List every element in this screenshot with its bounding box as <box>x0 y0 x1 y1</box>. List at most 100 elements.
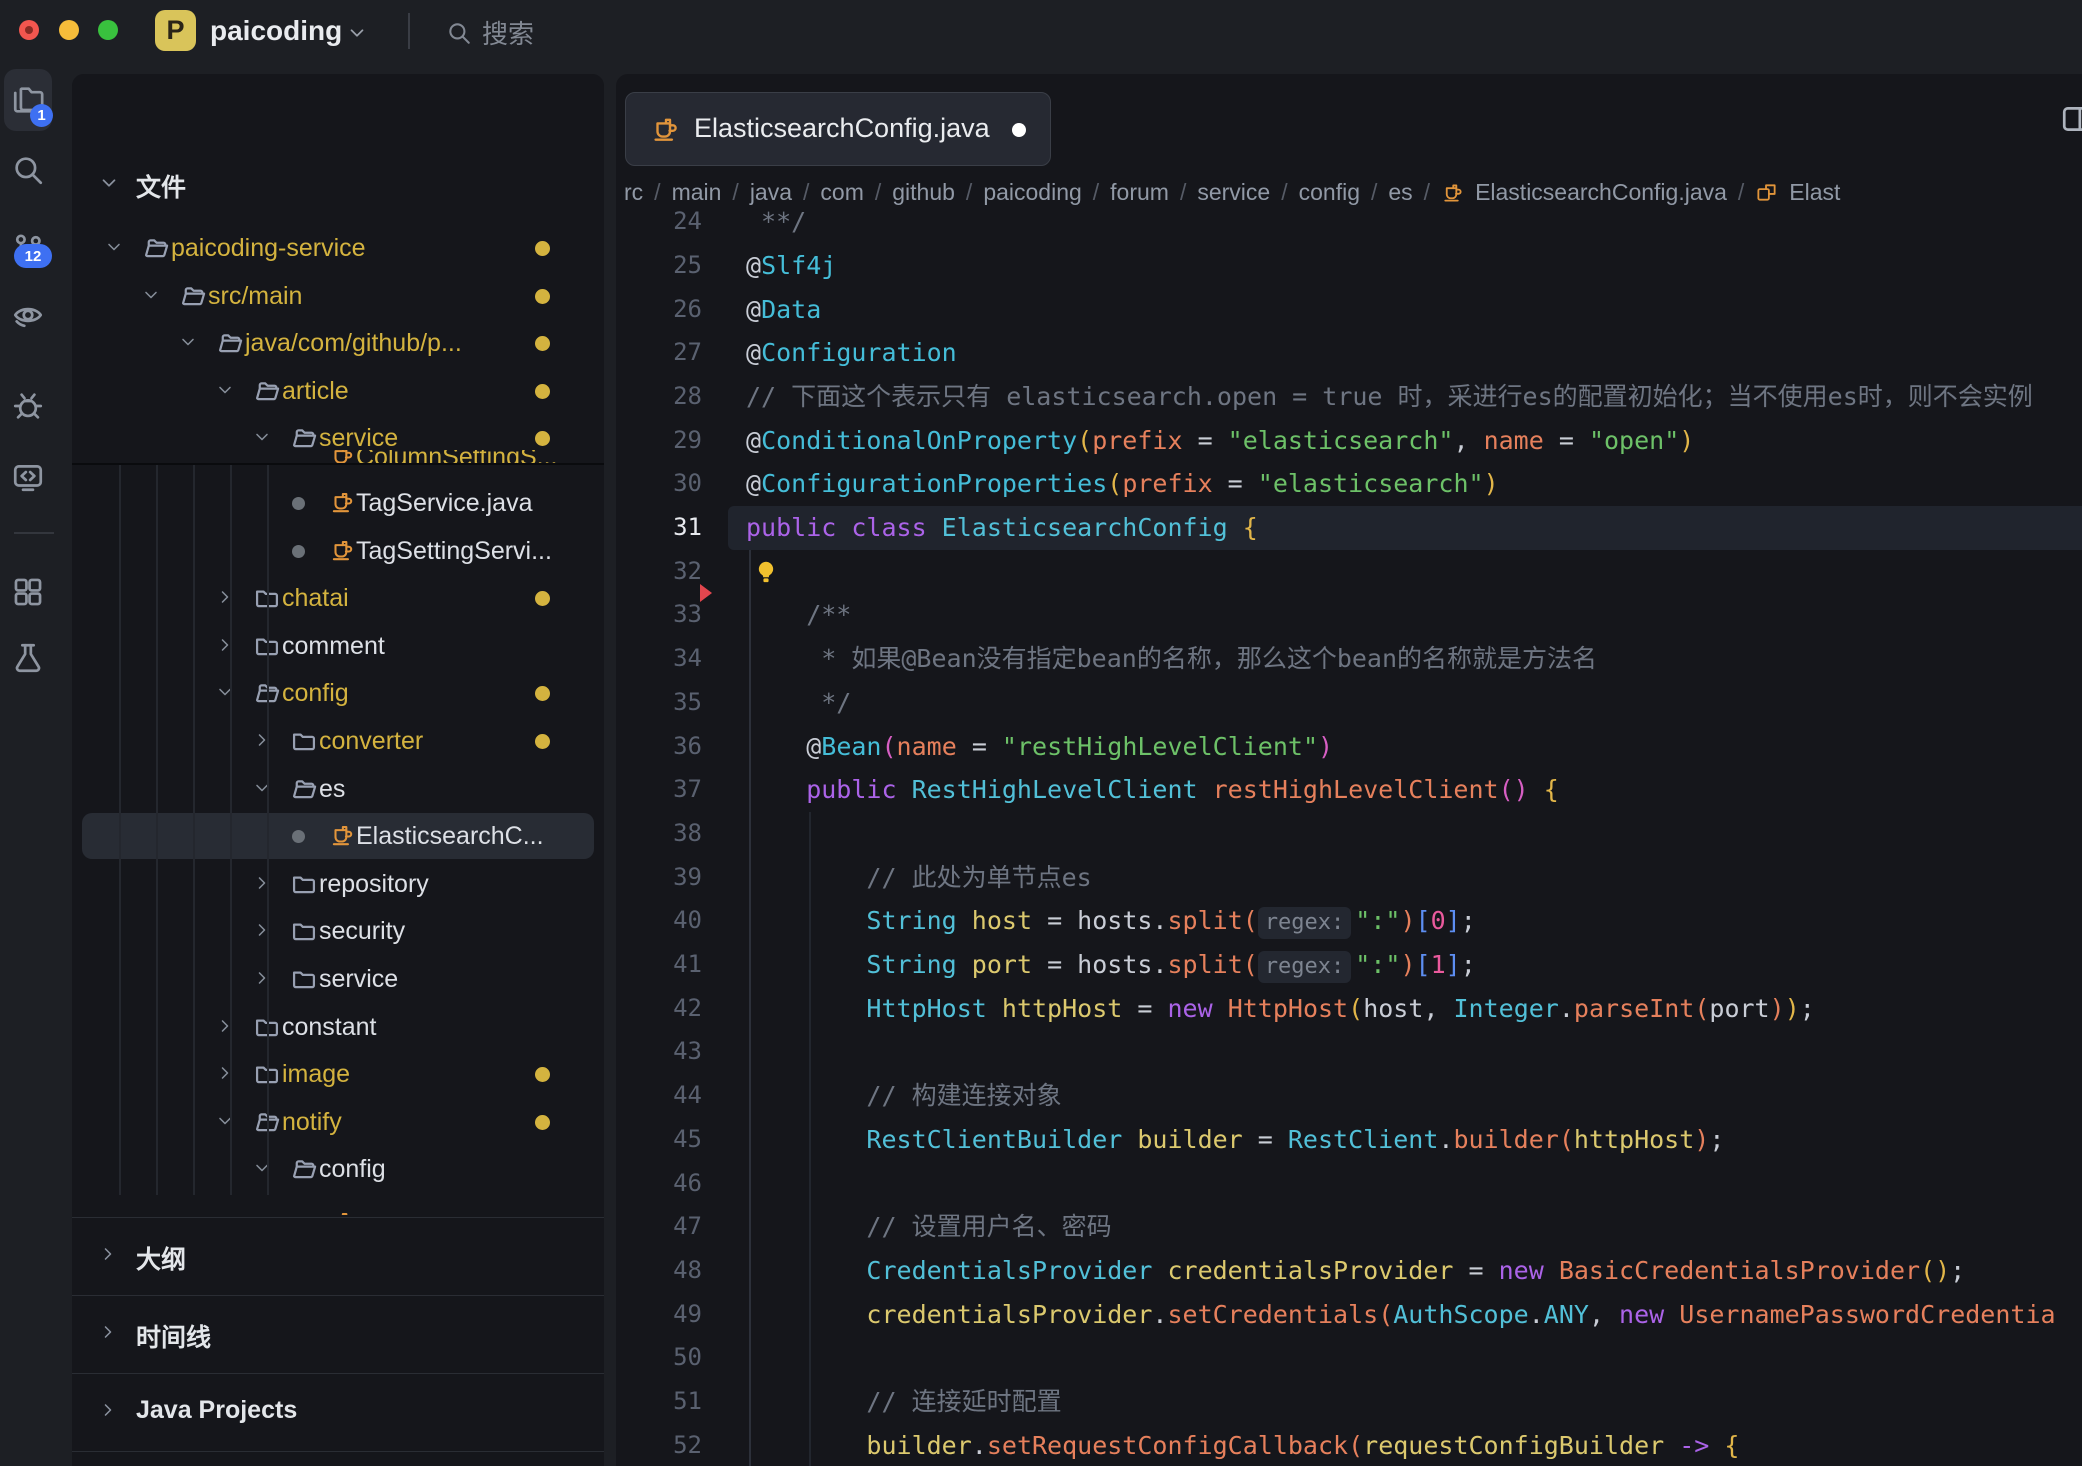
tree-item-article[interactable]: article <box>72 368 604 414</box>
chevron-down-icon[interactable] <box>346 22 368 44</box>
sidebar-section-大纲[interactable]: 大纲 <box>72 1218 604 1296</box>
code-line-51[interactable]: 51 // 连接延时配置 <box>616 1380 2082 1424</box>
maximize-button[interactable] <box>98 20 118 40</box>
line-number[interactable]: 30 <box>616 462 702 506</box>
line-number[interactable]: 42 <box>616 987 702 1031</box>
fold-marker-arrow[interactable] <box>700 584 712 602</box>
activity-item-testing[interactable] <box>4 630 52 686</box>
line-number[interactable]: 36 <box>616 725 702 769</box>
code-line-44[interactable]: 44 // 构建连接对象 <box>616 1074 2082 1118</box>
code-line-26[interactable]: 26@Data <box>616 288 2082 332</box>
line-number[interactable]: 43 <box>616 1030 702 1074</box>
code-line-42[interactable]: 42 HttpHost httpHost = new HttpHost(host… <box>616 987 2082 1031</box>
code-line-34[interactable]: 34 * 如果@Bean没有指定bean的名称，那么这个bean的名称就是方法名 <box>616 637 2082 681</box>
tree-item-java-com-github-p-[interactable]: java/com/github/p... <box>72 320 604 366</box>
tree-item-es[interactable]: es <box>72 766 604 812</box>
minimize-button[interactable] <box>59 20 79 40</box>
code-line-30[interactable]: 30@ConfigurationProperties(prefix = "ela… <box>616 462 2082 506</box>
code-line-25[interactable]: 25@Slf4j <box>616 244 2082 288</box>
activity-item-references[interactable] <box>4 287 52 343</box>
line-number[interactable]: 48 <box>616 1249 702 1293</box>
tree-item-notify[interactable]: notify <box>72 1099 604 1145</box>
tree-item-converter[interactable]: converter <box>72 718 604 764</box>
code-area[interactable]: 24 **/25@Slf4j26@Data27@Configuration28/… <box>616 74 2082 1466</box>
global-search[interactable]: 搜索 <box>446 14 534 51</box>
line-number[interactable]: 35 <box>616 681 702 725</box>
lightbulb-icon[interactable] <box>752 558 780 586</box>
activity-item-debug[interactable] <box>4 378 52 434</box>
code-line-40[interactable]: 40 String host = hosts.split(regex:":")[… <box>616 899 2082 943</box>
code-line-32[interactable]: 32 <box>616 550 2082 594</box>
code-line-39[interactable]: 39 // 此处为单节点es <box>616 856 2082 900</box>
line-number[interactable]: 25 <box>616 244 702 288</box>
line-number[interactable]: 37 <box>616 768 702 812</box>
code-line-48[interactable]: 48 CredentialsProvider credentialsProvid… <box>616 1249 2082 1293</box>
code-line-41[interactable]: 41 String port = hosts.split(regex:":")[… <box>616 943 2082 987</box>
tree-item-src-main[interactable]: src/main <box>72 273 604 319</box>
tree-item-paicoding-service[interactable]: paicoding-service <box>72 225 604 271</box>
tree-item-columnsettings-[interactable]: ColumnSettingS... <box>72 450 604 463</box>
line-number[interactable]: 41 <box>616 943 702 987</box>
line-number[interactable]: 40 <box>616 899 702 943</box>
code-line-36[interactable]: 36 @Bean(name = "restHighLevelClient") <box>616 725 2082 769</box>
code-line-24[interactable]: 24 **/ <box>616 200 2082 244</box>
line-number[interactable]: 39 <box>616 856 702 900</box>
code-line-33[interactable]: 33 /** <box>616 593 2082 637</box>
line-number[interactable]: 45 <box>616 1118 702 1162</box>
line-number[interactable]: 28 <box>616 375 702 419</box>
line-number[interactable]: 26 <box>616 288 702 332</box>
line-number[interactable]: 32 <box>616 550 702 594</box>
activity-item-search[interactable] <box>4 142 52 198</box>
line-number[interactable]: 49 <box>616 1293 702 1337</box>
tree-item-partially-hidden[interactable] <box>72 1198 604 1215</box>
sidebar-section-时间线[interactable]: 时间线 <box>72 1296 604 1374</box>
tree-item-config[interactable]: config <box>72 670 604 716</box>
tree-item-security[interactable]: security <box>72 908 604 954</box>
line-number[interactable]: 44 <box>616 1074 702 1118</box>
tree-item-elasticsearchc-[interactable]: ElasticsearchC... <box>72 813 604 859</box>
code-line-46[interactable]: 46 <box>616 1162 2082 1206</box>
tree-item-chatai[interactable]: chatai <box>72 575 604 621</box>
tree-item-tagservice-java[interactable]: TagService.java <box>72 480 604 526</box>
line-number[interactable]: 27 <box>616 331 702 375</box>
line-number[interactable]: 46 <box>616 1162 702 1206</box>
tree-item-partially-hidden[interactable]: ColumnSettingS... <box>72 450 604 463</box>
tree-item-tagsettingservi-[interactable]: TagSettingServi... <box>72 528 604 574</box>
tree-item-constant[interactable]: constant <box>72 1004 604 1050</box>
line-number[interactable]: 50 <box>616 1336 702 1380</box>
code-line-29[interactable]: 29@ConditionalOnProperty(prefix = "elast… <box>616 419 2082 463</box>
code-line-31[interactable]: 31public class ElasticsearchConfig { <box>616 506 2082 550</box>
code-line-43[interactable]: 43 <box>616 1030 2082 1074</box>
line-number[interactable]: 34 <box>616 637 702 681</box>
tree-item-repository[interactable]: repository <box>72 861 604 907</box>
code-line-49[interactable]: 49 credentialsProvider.setCredentials(Au… <box>616 1293 2082 1337</box>
code-line-47[interactable]: 47 // 设置用户名、密码 <box>616 1205 2082 1249</box>
sidebar-section-java-projects[interactable]: Java Projects <box>72 1374 604 1452</box>
line-number[interactable]: 47 <box>616 1205 702 1249</box>
code-line-52[interactable]: 52 builder.setRequestConfigCallback(requ… <box>616 1424 2082 1466</box>
code-line-38[interactable]: 38 <box>616 812 2082 856</box>
tree-item-config[interactable]: config <box>72 1146 604 1192</box>
code-line-37[interactable]: 37 public RestHighLevelClient restHighLe… <box>616 768 2082 812</box>
code-line-27[interactable]: 27@Configuration <box>616 331 2082 375</box>
code-line-50[interactable]: 50 <box>616 1336 2082 1380</box>
activity-item-remote-console[interactable] <box>4 449 52 505</box>
close-button[interactable] <box>19 20 39 40</box>
tree-item-file[interactable] <box>72 1200 604 1215</box>
line-number[interactable]: 24 <box>616 200 702 244</box>
line-number[interactable]: 33 <box>616 593 702 637</box>
line-number[interactable]: 52 <box>616 1424 702 1466</box>
code-line-45[interactable]: 45 RestClientBuilder builder = RestClien… <box>616 1118 2082 1162</box>
tree-item-comment[interactable]: comment <box>72 623 604 669</box>
line-number[interactable]: 51 <box>616 1380 702 1424</box>
code-line-28[interactable]: 28// 下面这个表示只有 elasticsearch.open = true … <box>616 375 2082 419</box>
line-number[interactable]: 31 <box>616 506 702 550</box>
project-name[interactable]: paicoding <box>210 15 342 47</box>
code-line-35[interactable]: 35 */ <box>616 681 2082 725</box>
activity-item-extensions[interactable] <box>4 564 52 620</box>
tree-item-image[interactable]: image <box>72 1051 604 1097</box>
line-number[interactable]: 38 <box>616 812 702 856</box>
tree-item-service[interactable]: service <box>72 956 604 1002</box>
line-number[interactable]: 29 <box>616 419 702 463</box>
files-section-header[interactable]: 文件 <box>72 160 604 206</box>
